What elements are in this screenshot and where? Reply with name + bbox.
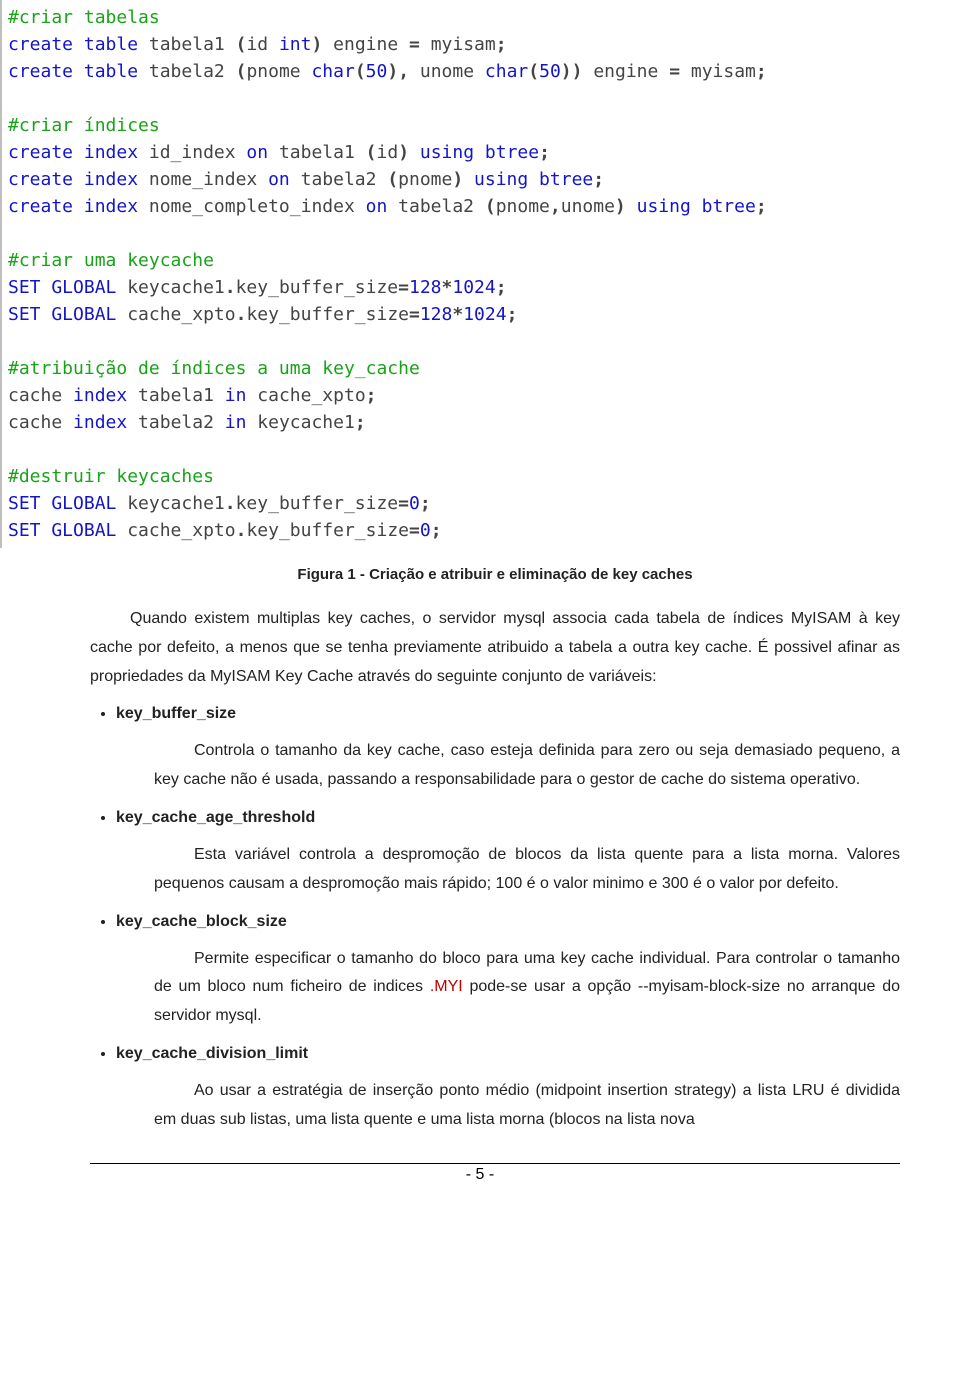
- paragraph: Quando existem multiplas key caches, o s…: [90, 605, 900, 691]
- var-name: key_cache_block_size: [116, 913, 287, 930]
- var-name: key_cache_division_limit: [116, 1045, 308, 1062]
- var-name: key_cache_age_threshold: [116, 809, 315, 826]
- list-item: key_cache_block_size Permite especificar…: [116, 913, 900, 1031]
- code-comment: #criar tabelas: [8, 7, 160, 28]
- list-item: key_cache_age_threshold Esta variável co…: [116, 809, 900, 899]
- var-desc: Esta variável controla a despromoção de …: [154, 841, 900, 899]
- list-item: key_buffer_size Controla o tamanho da ke…: [116, 705, 900, 795]
- code-comment: #criar uma keycache: [8, 250, 214, 271]
- variable-list: key_buffer_size Controla o tamanho da ke…: [90, 705, 900, 1134]
- var-desc: Controla o tamanho da key cache, caso es…: [154, 737, 900, 795]
- code-comment: #destruir keycaches: [8, 466, 214, 487]
- var-desc: Ao usar a estratégia de inserção ponto m…: [154, 1077, 900, 1135]
- var-name: key_buffer_size: [116, 705, 236, 722]
- file-extension: .MYI: [430, 978, 463, 995]
- code-block: #criar tabelas create table tabela1 (id …: [0, 0, 960, 548]
- page-number: - 5 -: [0, 1164, 960, 1184]
- document-body: Figura 1 - Criação e atribuir e eliminaç…: [0, 566, 960, 1135]
- list-item: key_cache_division_limit Ao usar a estra…: [116, 1045, 900, 1135]
- figure-caption: Figura 1 - Criação e atribuir e eliminaç…: [90, 566, 900, 583]
- code-comment: #atribuição de índices a uma key_cache: [8, 358, 420, 379]
- var-desc: Permite especificar o tamanho do bloco p…: [154, 945, 900, 1031]
- code-comment: #criar índices: [8, 115, 160, 136]
